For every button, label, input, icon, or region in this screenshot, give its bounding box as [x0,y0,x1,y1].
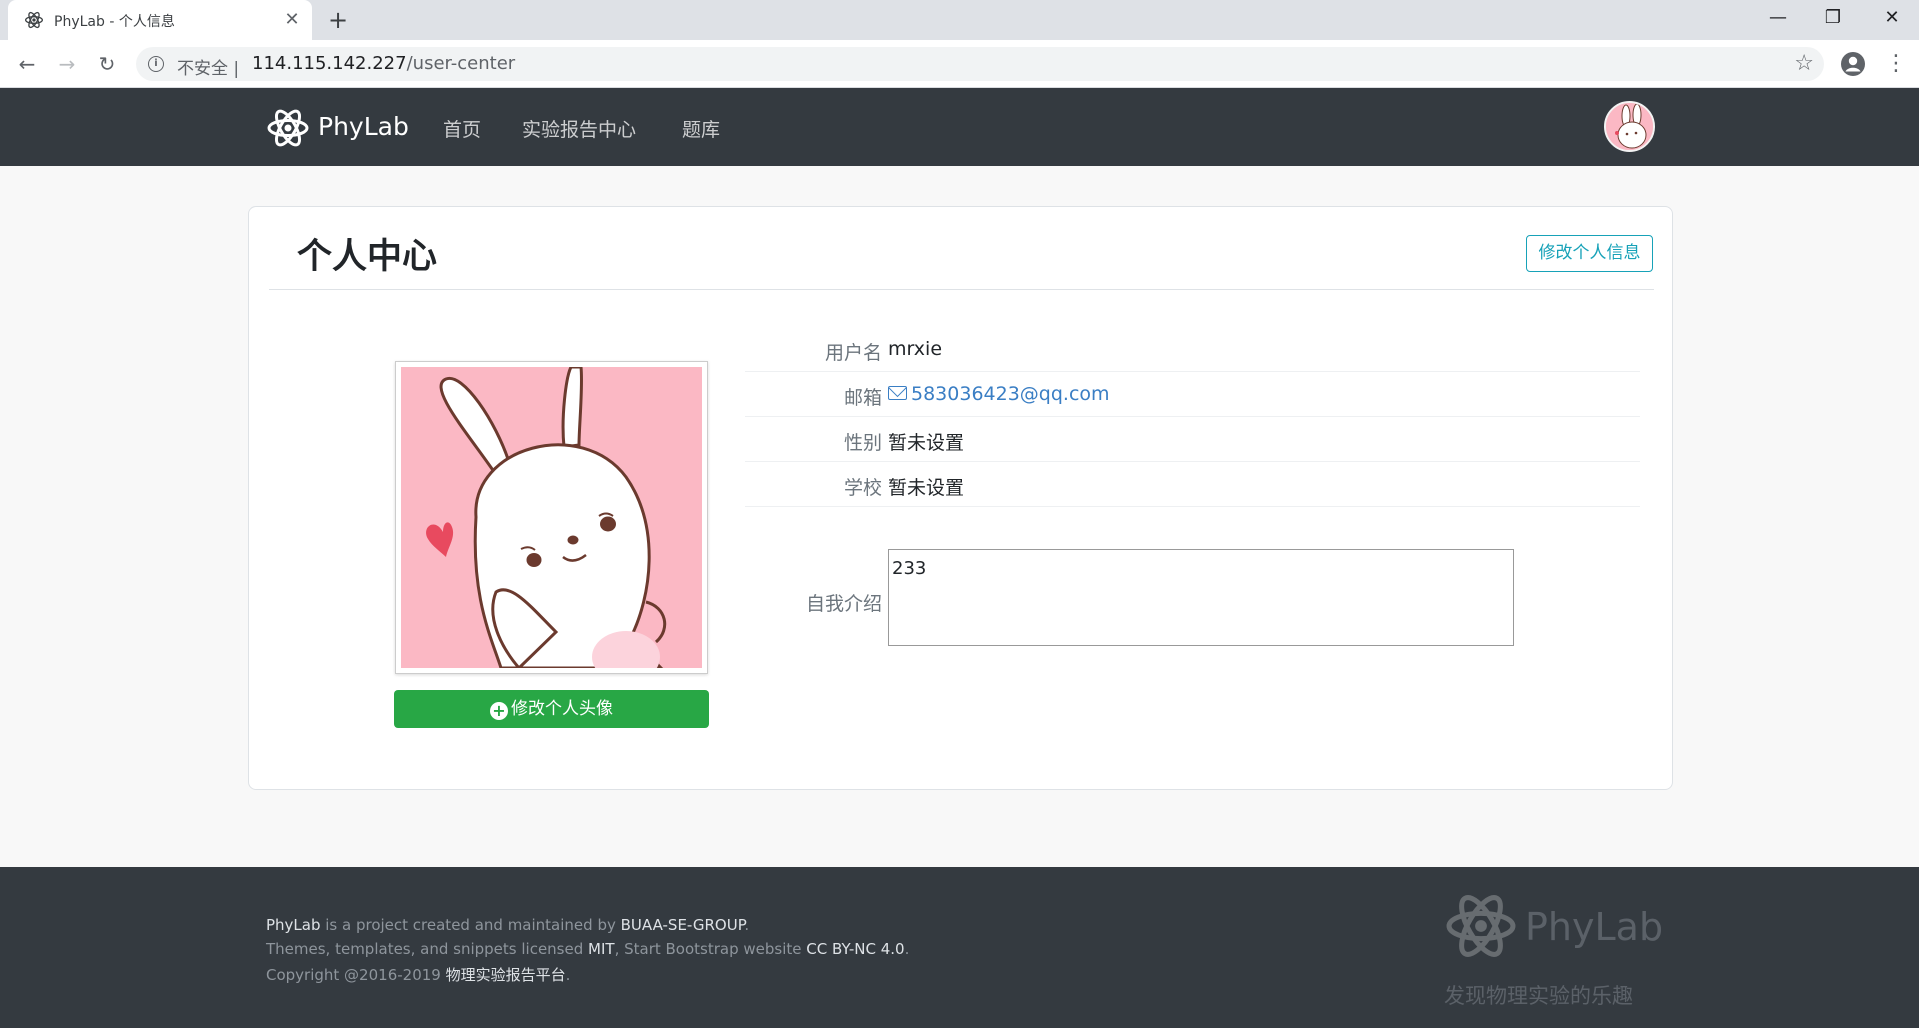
window-minimize-button[interactable]: — [1751,0,1805,36]
change-avatar-button[interactable]: + 修改个人头像 [394,690,709,728]
nav-link-question-bank[interactable]: 题库 [682,115,720,142]
gender-label: 性别 [843,432,882,454]
star-icon[interactable]: ☆ [1794,51,1814,76]
user-avatar[interactable] [1604,101,1655,152]
footer-line-copyright: Copyright @2016-2019 物理实验报告平台. [266,964,570,985]
email-label: 邮箱 [843,387,882,409]
tab-close-icon[interactable]: ✕ [280,8,304,32]
page-title: 个人中心 [297,237,438,277]
footer-text: Themes, templates, and snippets licensed [266,940,589,958]
footer-group-link[interactable]: BUAA-SE-GROUP [621,916,745,934]
footer-project-link[interactable]: PhyLab [266,916,321,934]
browser-tab[interactable]: PhyLab - 个人信息 ✕ [8,0,312,40]
username-value: mrxie [888,338,943,360]
bio-label: 自我介绍 [805,593,882,615]
divider [269,289,1654,290]
school-label: 学校 [843,477,882,499]
window-close-button[interactable]: ✕ [1865,0,1919,36]
address-bar[interactable]: i 不安全 | 114.115.142.227/user-center ☆ [136,47,1824,81]
profile-icon[interactable] [1840,51,1866,77]
info-row-school: 学校 暂未设置 [745,462,1640,507]
forward-icon[interactable]: → [53,50,81,78]
atom-icon [25,11,43,29]
bunny-avatar-image [401,367,702,668]
atom-icon [1446,895,1516,957]
footer-text: Copyright @2016-2019 [266,966,446,984]
brand-name: PhyLab [318,112,409,141]
atom-icon [267,109,309,147]
url-host: 114.115.142.227 [252,53,407,74]
site-footer: PhyLab is a project created and maintain… [0,867,1919,1028]
gender-value: 暂未设置 [888,432,965,454]
bio-textarea[interactable]: 233 [888,549,1514,646]
footer-text: . [565,966,571,984]
url-path: /user-center [406,53,516,74]
avatar-frame [395,361,708,674]
footer-line-license: Themes, templates, and snippets licensed… [266,940,909,958]
url-text[interactable]: 114.115.142.227/user-center [252,53,515,74]
email-link[interactable]: 583036423@qq.com [888,383,1110,405]
footer-mit-link[interactable]: MIT [588,940,615,958]
footer-platform-link[interactable]: 物理实验报告平台 [446,966,566,984]
back-icon[interactable]: ← [13,50,41,78]
footer-text: . [904,940,910,958]
security-label: 不安全 | [177,59,240,79]
info-row-bio: 自我介绍 233 [745,549,1640,647]
footer-cc-link[interactable]: CC BY-NC 4.0 [806,940,904,958]
email-value: 583036423@qq.com [911,383,1110,405]
menu-icon[interactable]: ⋮ [1884,49,1908,79]
footer-text: is a project created and maintained by [320,916,621,934]
envelope-icon [888,386,907,400]
browser-tab-strip: PhyLab - 个人信息 ✕ + — ❐ ✕ [0,0,1919,40]
site-navbar: PhyLab 首页 实验报告中心 题库 [0,88,1919,166]
username-label: 用户名 [824,342,882,364]
footer-brand: PhyLab [1525,905,1664,949]
footer-line-project: PhyLab is a project created and maintain… [266,916,749,934]
tab-title: PhyLab - 个人信息 [54,14,175,30]
window-maximize-button[interactable]: ❐ [1806,0,1860,36]
footer-text: , Start Bootstrap website [614,940,807,958]
nav-link-home[interactable]: 首页 [443,115,481,142]
plus-circle-icon: + [490,702,508,720]
change-avatar-label: 修改个人头像 [511,699,613,719]
info-icon[interactable]: i [148,56,164,72]
nav-link-report-center[interactable]: 实验报告中心 [522,115,636,142]
footer-tagline: 发现物理实验的乐趣 [1444,984,1633,1008]
footer-text: . [744,916,750,934]
new-tab-button[interactable]: + [324,6,352,34]
bunny-avatar-icon [1606,103,1653,150]
info-row-username: 用户名 mrxie [745,327,1640,372]
school-value: 暂未设置 [888,477,965,499]
edit-profile-button[interactable]: 修改个人信息 [1526,235,1653,272]
info-row-email: 邮箱 583036423@qq.com [745,372,1640,417]
reload-icon[interactable]: ↻ [93,50,121,78]
info-row-gender: 性别 暂未设置 [745,417,1640,462]
browser-toolbar: ← → ↻ i 不安全 | 114.115.142.227/user-cente… [0,40,1919,88]
profile-card: 个人中心 修改个人信息 + 修改个人头像 用户名 mrxie 邮箱 583036… [248,206,1673,790]
